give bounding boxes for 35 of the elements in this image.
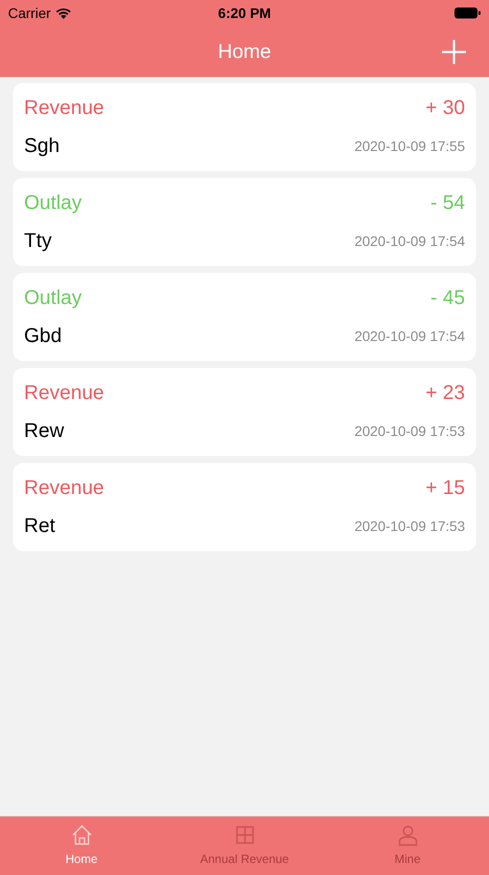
record-type: Revenue xyxy=(24,476,104,501)
nav-title: Home xyxy=(218,40,272,64)
record-card[interactable]: Revenue + 30 Sgh 2020-10-09 17:55 xyxy=(13,83,476,171)
clock-time: 6:20 PM xyxy=(218,4,271,22)
record-card[interactable]: Outlay - 45 Gbd 2020-10-09 17:54 xyxy=(13,273,476,361)
add-button[interactable] xyxy=(441,38,467,64)
house-icon xyxy=(70,824,92,846)
record-name: Gbd xyxy=(24,324,62,349)
record-amount: + 15 xyxy=(426,476,465,501)
record-type: Outlay xyxy=(24,286,82,311)
record-card[interactable]: Revenue + 15 Ret 2020-10-09 17:53 xyxy=(13,463,476,551)
wifi-icon xyxy=(54,7,72,19)
record-type: Revenue xyxy=(24,96,104,121)
record-time: 2020-10-09 17:53 xyxy=(354,516,465,536)
record-time: 2020-10-09 17:54 xyxy=(354,326,465,346)
record-amount: + 30 xyxy=(426,96,465,121)
record-card[interactable]: Revenue + 23 Rew 2020-10-09 17:53 xyxy=(13,368,476,456)
person-icon xyxy=(396,824,418,846)
record-type: Revenue xyxy=(24,381,104,406)
carrier-label: Carrier xyxy=(8,4,51,22)
record-name: Tty xyxy=(24,229,52,254)
record-card[interactable]: Outlay - 54 Tty 2020-10-09 17:54 xyxy=(13,178,476,266)
record-amount: + 23 xyxy=(426,381,465,406)
record-time: 2020-10-09 17:53 xyxy=(354,422,465,440)
record-name: Sgh xyxy=(24,134,60,159)
grid-icon xyxy=(234,824,256,846)
record-time: 2020-10-09 17:55 xyxy=(354,136,465,156)
record-name: Ret xyxy=(24,514,56,539)
record-type: Outlay xyxy=(24,191,82,216)
battery-icon xyxy=(454,7,481,19)
record-time: 2020-10-09 17:54 xyxy=(354,232,465,250)
record-amount: - 54 xyxy=(430,191,465,216)
plus-icon xyxy=(441,38,467,64)
record-name: Rew xyxy=(24,419,64,444)
record-amount: - 45 xyxy=(430,286,465,311)
